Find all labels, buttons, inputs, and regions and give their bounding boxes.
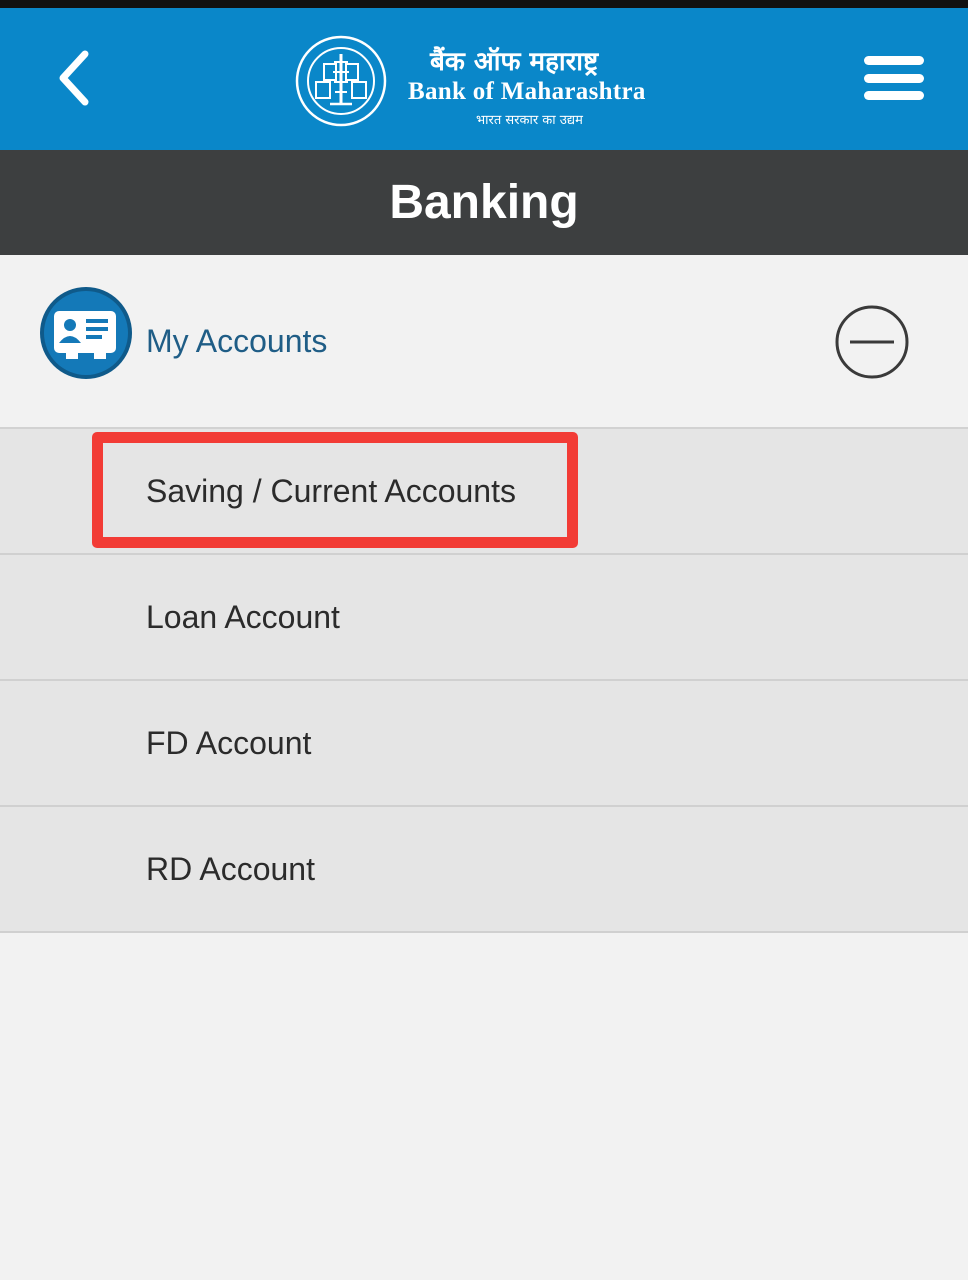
hamburger-menu-icon [864, 56, 924, 65]
account-item-saving-current[interactable]: Saving / Current Accounts [0, 429, 968, 555]
my-accounts-accordion-header[interactable]: My Accounts [0, 255, 968, 429]
account-item-rd[interactable]: RD Account [0, 807, 968, 933]
hamburger-menu-icon-line [864, 73, 924, 83]
page-title-bar: Banking [0, 150, 968, 255]
app-header: बैंक ऑफ महाराष्ट्र Bank of Maharashtra भ… [0, 8, 968, 150]
account-item-fd[interactable]: FD Account [0, 681, 968, 807]
bank-logo: बैंक ऑफ महाराष्ट्र Bank of Maharashtra भ… [294, 34, 684, 130]
account-card-icon [40, 287, 132, 379]
status-strip [0, 0, 968, 8]
bank-seal-icon [295, 35, 387, 127]
my-accounts-label: My Accounts [146, 323, 328, 359]
account-item-label: Saving / Current Accounts [146, 473, 516, 509]
chevron-left-icon [59, 50, 89, 106]
logo-name-hindi: बैंक ऑफ महाराष्ट्र [430, 47, 599, 77]
account-item-label: Loan Account [146, 599, 340, 635]
collapse-button[interactable] [834, 304, 910, 380]
hamburger-menu-button[interactable] [858, 48, 930, 108]
account-item-label: FD Account [146, 725, 312, 761]
back-button[interactable] [40, 38, 110, 118]
logo-name-english: Bank of Maharashtra [408, 78, 646, 105]
minus-circle-icon [835, 305, 909, 379]
account-item-label: RD Account [146, 851, 315, 887]
account-item-loan[interactable]: Loan Account [0, 555, 968, 681]
hamburger-menu-icon-line [864, 91, 924, 100]
page-title: Banking [389, 176, 579, 229]
logo-tagline: भारत सरकार का उद्यम [476, 113, 583, 128]
